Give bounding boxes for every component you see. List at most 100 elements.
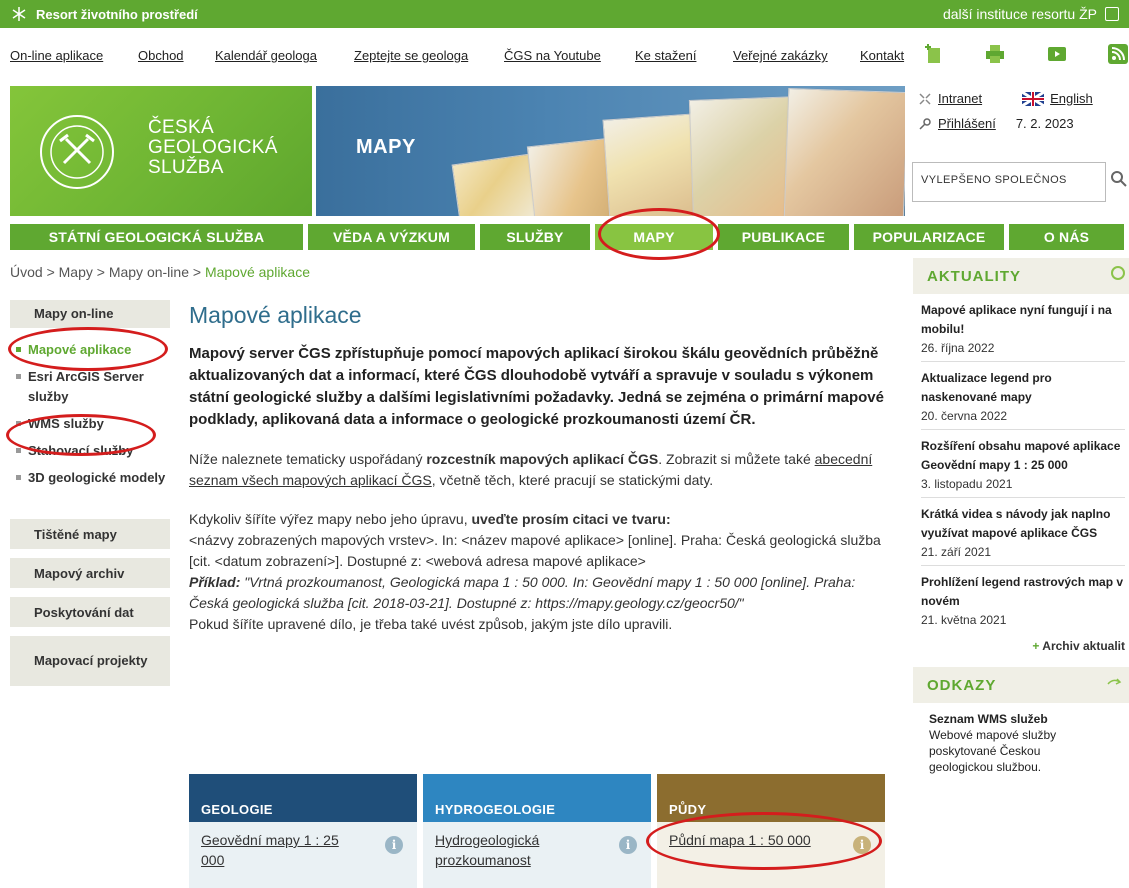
- main-navigation: STÁTNÍ GEOLOGICKÁ SLUŽBA VĚDA A VÝZKUM S…: [10, 224, 1129, 250]
- news-item[interactable]: Krátká videa s návody jak naplno využíva…: [921, 498, 1125, 566]
- nav-science-research[interactable]: VĚDA A VÝZKUM: [308, 224, 475, 250]
- soil-map-link[interactable]: Půdní mapa 1 : 50 000: [669, 830, 859, 850]
- link-calendar[interactable]: Kalendář geologa: [215, 48, 317, 63]
- geoscience-maps-link[interactable]: Geovědní mapy 1 : 25 000: [201, 830, 341, 870]
- news-item[interactable]: Aktualizace legend pro naskenované mapy 2…: [921, 362, 1125, 430]
- map-sheet-image: [783, 87, 905, 216]
- uk-flag-icon: [1022, 91, 1045, 106]
- news-title: AKTUALITY: [927, 268, 1021, 285]
- account-row-1: Intranet English: [918, 91, 1093, 106]
- news-item-date: 3. listopadu 2021: [921, 477, 1013, 491]
- leftnav-data-provision[interactable]: Poskytování dat: [10, 597, 170, 627]
- links-title: ODKAZY: [927, 677, 997, 694]
- example-label: Příklad:: [189, 574, 241, 590]
- breadcrumb-current: Mapové aplikace: [204, 264, 310, 280]
- intro-paragraph: Níže naleznete tematicky uspořádaný rozc…: [189, 449, 889, 491]
- section-banner: MAPY: [316, 86, 905, 216]
- info-icon[interactable]: i: [619, 836, 637, 854]
- news-item[interactable]: Prohlížení legend rastrových map v novém…: [921, 566, 1125, 633]
- plus-icon: +: [1032, 639, 1043, 653]
- news-item-title[interactable]: Aktualizace legend pro naskenované mapy: [921, 369, 1125, 407]
- nav-maps[interactable]: MAPY: [595, 224, 713, 250]
- leftnav-mapping-projects[interactable]: Mapovací projekty: [10, 636, 170, 686]
- intranet-icon: [919, 92, 931, 105]
- page-title: Mapové aplikace: [189, 302, 362, 328]
- info-icon[interactable]: i: [385, 836, 403, 854]
- nav-publications[interactable]: PUBLIKACE: [718, 224, 849, 250]
- cgs-seal-icon: [40, 115, 114, 189]
- links-list: Seznam WMS služeb Webové mapové služby p…: [913, 703, 1129, 775]
- news-item-title[interactable]: Krátká videa s návody jak naplno využíva…: [921, 505, 1125, 543]
- org-logo-banner[interactable]: ČESKÁ GEOLOGICKÁ SLUŽBA: [10, 86, 312, 216]
- video-icon[interactable]: [1045, 42, 1069, 66]
- nav-state-geological-survey[interactable]: STÁTNÍ GEOLOGICKÁ SLUŽBA: [10, 224, 303, 250]
- news-item-title[interactable]: Mapové aplikace nyní fungují i na mobilu…: [921, 301, 1125, 339]
- ministry-brand[interactable]: Resort životního prostředí: [10, 5, 198, 23]
- nav-services[interactable]: SLUŽBY: [480, 224, 590, 250]
- news-item-title[interactable]: Rozšíření obsahu mapové aplikace Geovědn…: [921, 437, 1125, 475]
- leftnav-printed-maps[interactable]: Tištěné mapy: [10, 519, 170, 549]
- news-archive-link[interactable]: + Archiv aktualit: [921, 633, 1125, 653]
- tile-soils: PŮDY Půdní mapa 1 : 50 000 i: [657, 774, 885, 888]
- link-ask-geologist[interactable]: Zeptejte se geologa: [354, 48, 468, 63]
- ministry-logo-icon: [12, 7, 26, 21]
- org-name-line1: ČESKÁ: [148, 117, 214, 138]
- news-item-date: 26. října 2022: [921, 341, 995, 355]
- right-sidebar: AKTUALITY Mapové aplikace nyní fungují i…: [913, 258, 1129, 775]
- news-list: Mapové aplikace nyní fungují i na mobilu…: [913, 294, 1129, 653]
- wms-list-link[interactable]: Seznam WMS služeb: [929, 711, 1129, 727]
- main-content: Mapové aplikace Mapový server ČGS zpříst…: [189, 302, 889, 635]
- breadcrumb-path[interactable]: Úvod > Mapy > Mapy on-line >: [10, 264, 205, 280]
- account-panel: Intranet English Přihlášení 7. 2. 2023 V…: [910, 86, 1129, 216]
- english-link[interactable]: English: [1050, 91, 1093, 106]
- breadcrumb: Úvod > Mapy > Mapy on-line > Mapové apli…: [10, 264, 310, 280]
- link-online-apps[interactable]: On-line aplikace: [10, 48, 103, 63]
- link-downloads[interactable]: Ke stažení: [635, 48, 696, 63]
- org-name-line3: SLUŽBA: [148, 157, 224, 178]
- leftnav-map-applications[interactable]: Mapové aplikace: [10, 340, 170, 360]
- news-header: AKTUALITY: [913, 258, 1129, 294]
- leftnav-maps-online[interactable]: Mapy on-line: [10, 300, 170, 328]
- intro-bold: rozcestník mapových aplikací ČGS: [426, 451, 659, 467]
- leftnav-esri-arcgis[interactable]: Esri ArcGIS Server služby: [10, 367, 170, 407]
- rss-icon[interactable]: [1106, 42, 1129, 66]
- org-name: ČESKÁ GEOLOGICKÁ SLUŽBA: [148, 118, 278, 178]
- info-circle-icon: [1111, 266, 1125, 280]
- leftnav-download-services[interactable]: Stahovací služby: [10, 441, 170, 461]
- login-link[interactable]: Přihlášení: [938, 116, 996, 131]
- other-institutions-label: další instituce resortu ŽP: [942, 6, 1097, 22]
- account-row-2: Přihlášení 7. 2. 2023: [918, 116, 1074, 131]
- links-header: ODKAZY: [913, 667, 1129, 703]
- modification-note: Pokud šíříte upravené dílo, je třeba tak…: [189, 616, 673, 632]
- link-shop[interactable]: Obchod: [138, 48, 184, 63]
- leftnav-wms-services[interactable]: WMS služby: [10, 414, 170, 434]
- bookmark-icon[interactable]: [922, 42, 946, 66]
- print-icon[interactable]: [983, 42, 1007, 66]
- news-item[interactable]: Rozšíření obsahu mapové aplikace Geovědn…: [921, 430, 1125, 498]
- search-input[interactable]: VYLEPŠENO SPOLEČNOS: [912, 162, 1106, 202]
- search-icon[interactable]: [1110, 170, 1128, 188]
- nav-about[interactable]: O NÁS: [1009, 224, 1124, 250]
- top-bar: Resort životního prostředí další institu…: [0, 0, 1129, 28]
- link-youtube[interactable]: ČGS na Youtube: [504, 48, 601, 63]
- intranet-link[interactable]: Intranet: [938, 91, 982, 106]
- intro-text: . Zobrazit si můžete také: [658, 451, 815, 467]
- other-institutions[interactable]: další instituce resortu ŽP: [943, 6, 1119, 22]
- intro-text: , včetně těch, které pracují se statický…: [431, 472, 714, 488]
- news-archive-label: Archiv aktualit: [1042, 639, 1125, 653]
- news-item-title[interactable]: Prohlížení legend rastrových map v novém: [921, 573, 1125, 611]
- nav-popularization[interactable]: POPULARIZACE: [854, 224, 1004, 250]
- dropdown-icon: [1105, 7, 1119, 21]
- news-item-date: 21. května 2021: [921, 613, 1007, 627]
- wms-list-description: Webové mapové služby poskytované Českou …: [929, 728, 1057, 774]
- info-icon[interactable]: i: [853, 836, 871, 854]
- leftnav-map-archive[interactable]: Mapový archiv: [10, 558, 170, 588]
- intro-text: Níže naleznete tematicky uspořádaný: [189, 451, 427, 467]
- link-tenders[interactable]: Veřejné zakázky: [733, 48, 828, 63]
- leftnav-3d-models[interactable]: 3D geologické modely: [10, 468, 170, 488]
- news-item[interactable]: Mapové aplikace nyní fungují i na mobilu…: [921, 294, 1125, 362]
- example-text: "Vrtná prozkoumanost, Geologická mapa 1 …: [189, 574, 856, 611]
- link-contact[interactable]: Kontakt: [860, 48, 904, 63]
- tile-geology-body: Geovědní mapy 1 : 25 000 i: [189, 822, 417, 888]
- hydrogeology-link[interactable]: Hydrogeologická prozkoumanost: [435, 830, 605, 870]
